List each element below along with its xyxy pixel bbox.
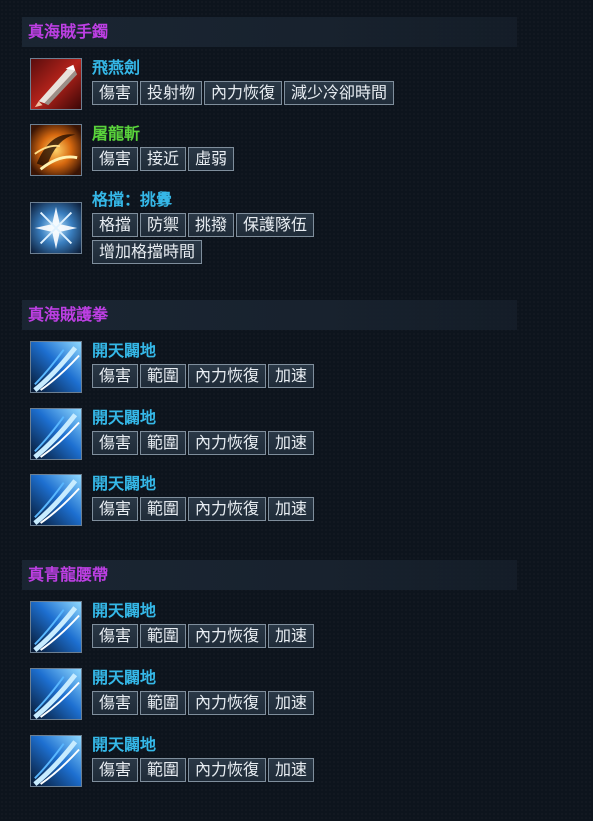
tag-badge: 內力恢復 bbox=[188, 431, 267, 455]
tag-badge: 內力恢復 bbox=[188, 758, 267, 782]
tag-badge: 範圍 bbox=[140, 758, 187, 782]
block-provoke-icon bbox=[30, 202, 82, 254]
tag-badge: 內力恢復 bbox=[188, 364, 267, 388]
skill-tags: 傷害 範圍 內力恢復 加速 bbox=[92, 758, 532, 785]
tag-badge: 內力恢復 bbox=[204, 81, 283, 105]
tag-badge: 傷害 bbox=[92, 147, 139, 171]
skill-name: 開天闢地 bbox=[92, 735, 157, 754]
dragon-slash-icon bbox=[30, 124, 82, 176]
skill-tags: 傷害 範圍 內力恢復 加速 bbox=[92, 691, 532, 718]
tag-badge: 保護隊伍 bbox=[236, 213, 315, 237]
tag-badge: 範圍 bbox=[140, 497, 187, 521]
tag-badge: 虛弱 bbox=[188, 147, 235, 171]
tag-badge: 傷害 bbox=[92, 431, 139, 455]
skill-name: 飛燕劍 bbox=[92, 58, 141, 77]
tag-badge: 範圍 bbox=[140, 364, 187, 388]
skill-tags: 傷害 範圍 內力恢復 加速 bbox=[92, 497, 532, 524]
tag-badge: 範圍 bbox=[140, 624, 187, 648]
tag-badge: 加速 bbox=[268, 624, 315, 648]
skill-name: 開天闢地 bbox=[92, 668, 157, 687]
skill-tags: 傷害 接近 虛弱 bbox=[92, 147, 532, 174]
skill-name: 開天闢地 bbox=[92, 341, 157, 360]
skill-name: 開天闢地 bbox=[92, 601, 157, 620]
sky-splitter-icon bbox=[30, 735, 82, 787]
sky-splitter-icon bbox=[30, 668, 82, 720]
tag-badge: 傷害 bbox=[92, 758, 139, 782]
skill-name: 屠龍斬 bbox=[92, 124, 141, 143]
tag-badge: 防禦 bbox=[140, 213, 187, 237]
skill-name: 開天闢地 bbox=[92, 408, 157, 427]
tag-badge: 範圍 bbox=[140, 431, 187, 455]
flying-sword-icon bbox=[30, 58, 82, 110]
tag-badge: 格擋 bbox=[92, 213, 139, 237]
tag-badge: 傷害 bbox=[92, 81, 139, 105]
skill-tags: 傷害 範圍 內力恢復 加速 bbox=[92, 624, 532, 651]
tag-badge: 傷害 bbox=[92, 691, 139, 715]
skill-tags: 傷害 範圍 內力恢復 加速 bbox=[92, 431, 532, 458]
section-title: 真青龍腰帶 bbox=[22, 560, 517, 590]
skill-name: 開天闢地 bbox=[92, 474, 157, 493]
tag-badge: 挑撥 bbox=[188, 213, 235, 237]
tag-badge: 加速 bbox=[268, 364, 315, 388]
section-title: 真海賊手鐲 bbox=[22, 17, 517, 47]
tag-badge: 投射物 bbox=[140, 81, 203, 105]
tag-badge: 加速 bbox=[268, 431, 315, 455]
section-title: 真海賊護拳 bbox=[22, 300, 517, 330]
tag-badge: 加速 bbox=[268, 691, 315, 715]
tag-badge: 傷害 bbox=[92, 364, 139, 388]
tag-badge: 範圍 bbox=[140, 691, 187, 715]
tag-badge: 增加格擋時間 bbox=[92, 240, 203, 264]
sky-splitter-icon bbox=[30, 341, 82, 393]
tag-badge: 加速 bbox=[268, 758, 315, 782]
tag-badge: 減少冷卻時間 bbox=[284, 81, 395, 105]
tag-badge: 傷害 bbox=[92, 497, 139, 521]
skill-tags: 傷害 範圍 內力恢復 加速 bbox=[92, 364, 532, 391]
skill-tags: 傷害 投射物 內力恢復 減少冷卻時間 bbox=[92, 81, 532, 108]
sky-splitter-icon bbox=[30, 474, 82, 526]
tag-badge: 內力恢復 bbox=[188, 497, 267, 521]
tag-badge: 加速 bbox=[268, 497, 315, 521]
tag-badge: 傷害 bbox=[92, 624, 139, 648]
tag-badge: 內力恢復 bbox=[188, 624, 267, 648]
skill-tags: 格擋 防禦 挑撥 保護隊伍增加格擋時間 bbox=[92, 213, 362, 267]
sky-splitter-icon bbox=[30, 408, 82, 460]
sky-splitter-icon bbox=[30, 601, 82, 653]
tag-badge: 接近 bbox=[140, 147, 187, 171]
skill-name: 格擋：挑釁 bbox=[92, 190, 173, 209]
tag-badge: 內力恢復 bbox=[188, 691, 267, 715]
